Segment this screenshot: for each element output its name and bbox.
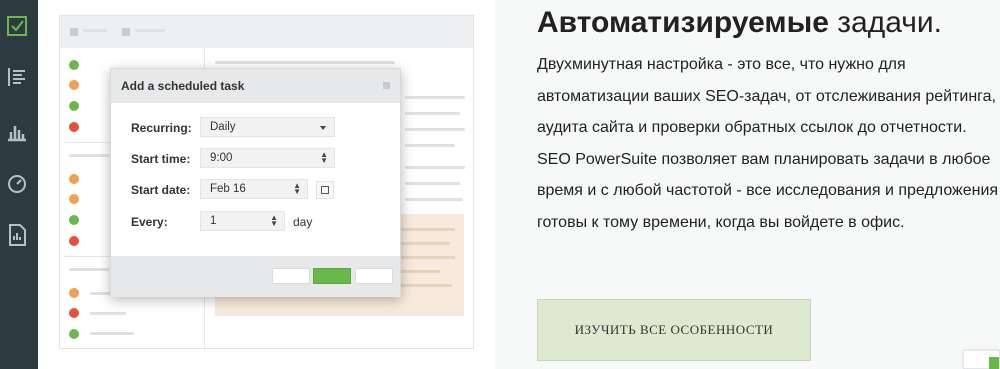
close-icon[interactable] bbox=[383, 82, 390, 89]
start-time-label: Start time: bbox=[131, 152, 191, 166]
headline-rest: задачи. bbox=[828, 6, 942, 39]
recurring-label: Recurring: bbox=[131, 121, 192, 135]
stepper-icon[interactable]: ▲ ▼ bbox=[293, 182, 301, 196]
dialog-footer bbox=[111, 256, 400, 297]
app-sidebar bbox=[0, 0, 38, 369]
start-time-input[interactable]: 9:00 ▲ ▼ bbox=[200, 148, 335, 168]
stepper-icon[interactable]: ▲ ▼ bbox=[320, 151, 328, 165]
gauge-icon[interactable] bbox=[5, 171, 29, 195]
list-icon[interactable] bbox=[5, 65, 29, 89]
status-dot-green bbox=[69, 60, 79, 70]
status-dot-green bbox=[69, 329, 79, 339]
ok-button[interactable] bbox=[313, 268, 351, 284]
start-date-input[interactable]: Feb 16 ▲ ▼ bbox=[200, 179, 308, 199]
every-value: 1 bbox=[210, 215, 217, 227]
every-label: Every: bbox=[131, 215, 168, 229]
status-dot-orange bbox=[69, 194, 79, 204]
every-unit: day bbox=[293, 215, 313, 229]
dialog-header: Add a scheduled task bbox=[111, 69, 400, 103]
recurring-select[interactable]: Daily bbox=[200, 117, 335, 137]
start-date-label: Start date: bbox=[131, 183, 191, 197]
dialog-title: Add a scheduled task bbox=[121, 79, 245, 93]
checkbox-icon[interactable] bbox=[5, 14, 29, 38]
status-dot-green bbox=[69, 101, 79, 111]
preview-toolbar bbox=[60, 16, 473, 48]
chat-accent bbox=[989, 357, 999, 369]
calendar-icon bbox=[321, 186, 329, 194]
feature-description: Двухминутная настройка - это все, что ну… bbox=[537, 56, 999, 231]
scheduled-task-dialog: Add a scheduled task Recurring: Daily St… bbox=[110, 68, 401, 297]
status-dot-green bbox=[69, 215, 79, 225]
secondary-button[interactable] bbox=[272, 268, 310, 284]
status-dot-orange bbox=[69, 80, 79, 90]
every-input[interactable]: 1 ▲ ▼ bbox=[200, 211, 285, 231]
status-dot-orange bbox=[69, 288, 79, 298]
status-dot-red bbox=[69, 236, 79, 246]
headline-bold: Автоматизируемые bbox=[537, 6, 829, 39]
cancel-button[interactable] bbox=[355, 268, 393, 284]
start-time-value: 9:00 bbox=[210, 152, 233, 164]
start-date-value: Feb 16 bbox=[210, 183, 246, 195]
status-dot-red bbox=[69, 122, 79, 132]
status-dot-red bbox=[69, 308, 79, 318]
stepper-icon[interactable]: ▲ ▼ bbox=[270, 214, 278, 228]
status-dot-orange bbox=[69, 174, 79, 184]
calendar-button[interactable] bbox=[316, 181, 334, 199]
recurring-value: Daily bbox=[210, 121, 236, 133]
chat-widget[interactable] bbox=[963, 350, 1000, 369]
chevron-down-icon bbox=[320, 126, 326, 130]
explore-features-button[interactable]: ИЗУЧИТЬ ВСЕ ОСОБЕННОСТИ bbox=[537, 299, 811, 361]
bar-chart-icon[interactable] bbox=[5, 119, 29, 143]
feature-headline: Автоматизируемые задачи. bbox=[537, 6, 942, 40]
report-icon[interactable] bbox=[5, 223, 29, 247]
